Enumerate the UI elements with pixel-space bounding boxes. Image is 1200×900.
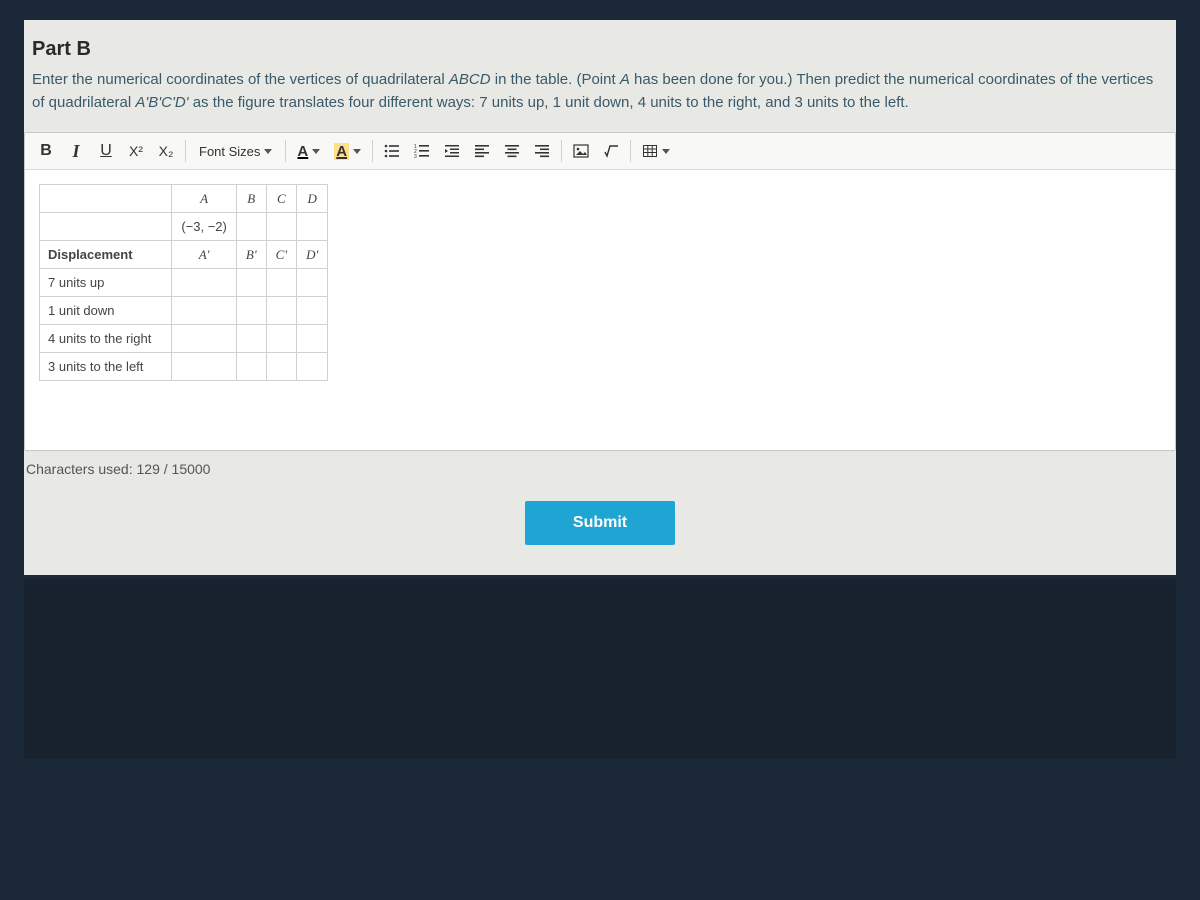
table-cell[interactable] — [172, 353, 237, 381]
toolbar-separator — [630, 140, 631, 162]
text-color-button[interactable]: A — [290, 137, 327, 165]
table-cell[interactable] — [266, 325, 296, 353]
table-cell[interactable] — [236, 213, 266, 241]
col-header-d-prime[interactable]: D' — [297, 241, 328, 269]
chevron-down-icon — [312, 149, 320, 154]
subscript-button[interactable]: X₂ — [151, 137, 181, 165]
highlight-icon: A — [334, 143, 349, 160]
submit-row: Submit — [24, 495, 1176, 575]
chevron-down-icon — [662, 149, 670, 154]
table-cell[interactable] — [266, 353, 296, 381]
table-cell[interactable] — [297, 325, 328, 353]
svg-text:3: 3 — [414, 154, 417, 159]
table-cell[interactable] — [297, 213, 328, 241]
table-cell[interactable] — [266, 213, 296, 241]
table-cell[interactable] — [172, 297, 237, 325]
chevron-down-icon — [353, 149, 361, 154]
page-footer-area — [24, 579, 1176, 759]
editor-toolbar: B I U X² X₂ Font Sizes A A — [25, 133, 1175, 170]
table-cell[interactable] — [297, 269, 328, 297]
character-counter: Characters used: 129 / 15000 — [24, 451, 1176, 495]
table-cell[interactable] — [172, 325, 237, 353]
table-cell[interactable] — [236, 353, 266, 381]
indent-icon — [444, 143, 460, 159]
question-container: Part B Enter the numerical coordinates o… — [24, 20, 1176, 575]
row-label[interactable]: 7 units up — [40, 269, 172, 297]
bold-button[interactable]: B — [31, 137, 61, 165]
table-row: A B C D — [40, 185, 328, 213]
table-row: 1 unit down — [40, 297, 328, 325]
align-center-button[interactable] — [497, 137, 527, 165]
bullet-list-icon — [384, 143, 400, 159]
align-right-icon — [534, 143, 550, 159]
table-row: Displacement A' B' C' D' — [40, 241, 328, 269]
char-counter-label: Characters used: — [26, 461, 137, 477]
table-cell[interactable] — [40, 185, 172, 213]
part-title: Part B — [24, 20, 1176, 69]
table-cell[interactable] — [297, 353, 328, 381]
table-cell[interactable] — [236, 325, 266, 353]
toolbar-separator — [372, 140, 373, 162]
image-icon — [573, 143, 589, 159]
font-size-label: Font Sizes — [199, 144, 260, 159]
indent-button[interactable] — [437, 137, 467, 165]
editor-content-area[interactable]: A B C D (−3, −2) Displacement A' B' C' — [25, 170, 1175, 450]
table-row: 4 units to the right — [40, 325, 328, 353]
align-left-button[interactable] — [467, 137, 497, 165]
col-header-a[interactable]: A — [172, 185, 237, 213]
align-center-icon — [504, 143, 520, 159]
col-header-a-prime[interactable]: A' — [172, 241, 237, 269]
table-icon — [642, 143, 658, 159]
insert-equation-button[interactable] — [596, 137, 626, 165]
row-label[interactable]: 4 units to the right — [40, 325, 172, 353]
col-header-c[interactable]: C — [266, 185, 296, 213]
table-cell[interactable] — [266, 269, 296, 297]
col-header-d[interactable]: D — [297, 185, 328, 213]
table-row: 3 units to the left — [40, 353, 328, 381]
row-label[interactable]: 1 unit down — [40, 297, 172, 325]
square-root-icon — [603, 143, 619, 159]
superscript-button[interactable]: X² — [121, 137, 151, 165]
bullet-list-button[interactable] — [377, 137, 407, 165]
align-left-icon — [474, 143, 490, 159]
text-color-icon: A — [297, 143, 308, 160]
submit-button[interactable]: Submit — [525, 501, 675, 545]
table-cell[interactable] — [40, 213, 172, 241]
table-cell[interactable] — [236, 269, 266, 297]
displacement-header[interactable]: Displacement — [40, 241, 172, 269]
chevron-down-icon — [264, 149, 272, 154]
col-header-c-prime[interactable]: C' — [266, 241, 296, 269]
font-size-dropdown[interactable]: Font Sizes — [190, 137, 281, 165]
toolbar-separator — [561, 140, 562, 162]
numbered-list-button[interactable]: 123 — [407, 137, 437, 165]
toolbar-separator — [185, 140, 186, 162]
table-cell[interactable] — [266, 297, 296, 325]
instruction-text: Enter the numerical coordinates of the v… — [24, 69, 1176, 126]
highlight-color-button[interactable]: A — [327, 137, 368, 165]
table-cell[interactable] — [297, 297, 328, 325]
table-row: (−3, −2) — [40, 213, 328, 241]
table-cell[interactable] — [236, 297, 266, 325]
row-label[interactable]: 3 units to the left — [40, 353, 172, 381]
table-row: 7 units up — [40, 269, 328, 297]
insert-image-button[interactable] — [566, 137, 596, 165]
table-cell[interactable] — [172, 269, 237, 297]
col-header-b[interactable]: B — [236, 185, 266, 213]
answer-table[interactable]: A B C D (−3, −2) Displacement A' B' C' — [39, 184, 328, 381]
italic-button[interactable]: I — [61, 137, 91, 165]
rich-text-editor: B I U X² X₂ Font Sizes A A — [24, 132, 1176, 451]
char-counter-max: 15000 — [172, 461, 211, 477]
insert-table-button[interactable] — [635, 137, 677, 165]
underline-button[interactable]: U — [91, 137, 121, 165]
align-right-button[interactable] — [527, 137, 557, 165]
char-counter-used: 129 — [137, 461, 160, 477]
numbered-list-icon: 123 — [414, 143, 430, 159]
col-header-b-prime[interactable]: B' — [236, 241, 266, 269]
cell-a-given[interactable]: (−3, −2) — [172, 213, 237, 241]
toolbar-separator — [285, 140, 286, 162]
